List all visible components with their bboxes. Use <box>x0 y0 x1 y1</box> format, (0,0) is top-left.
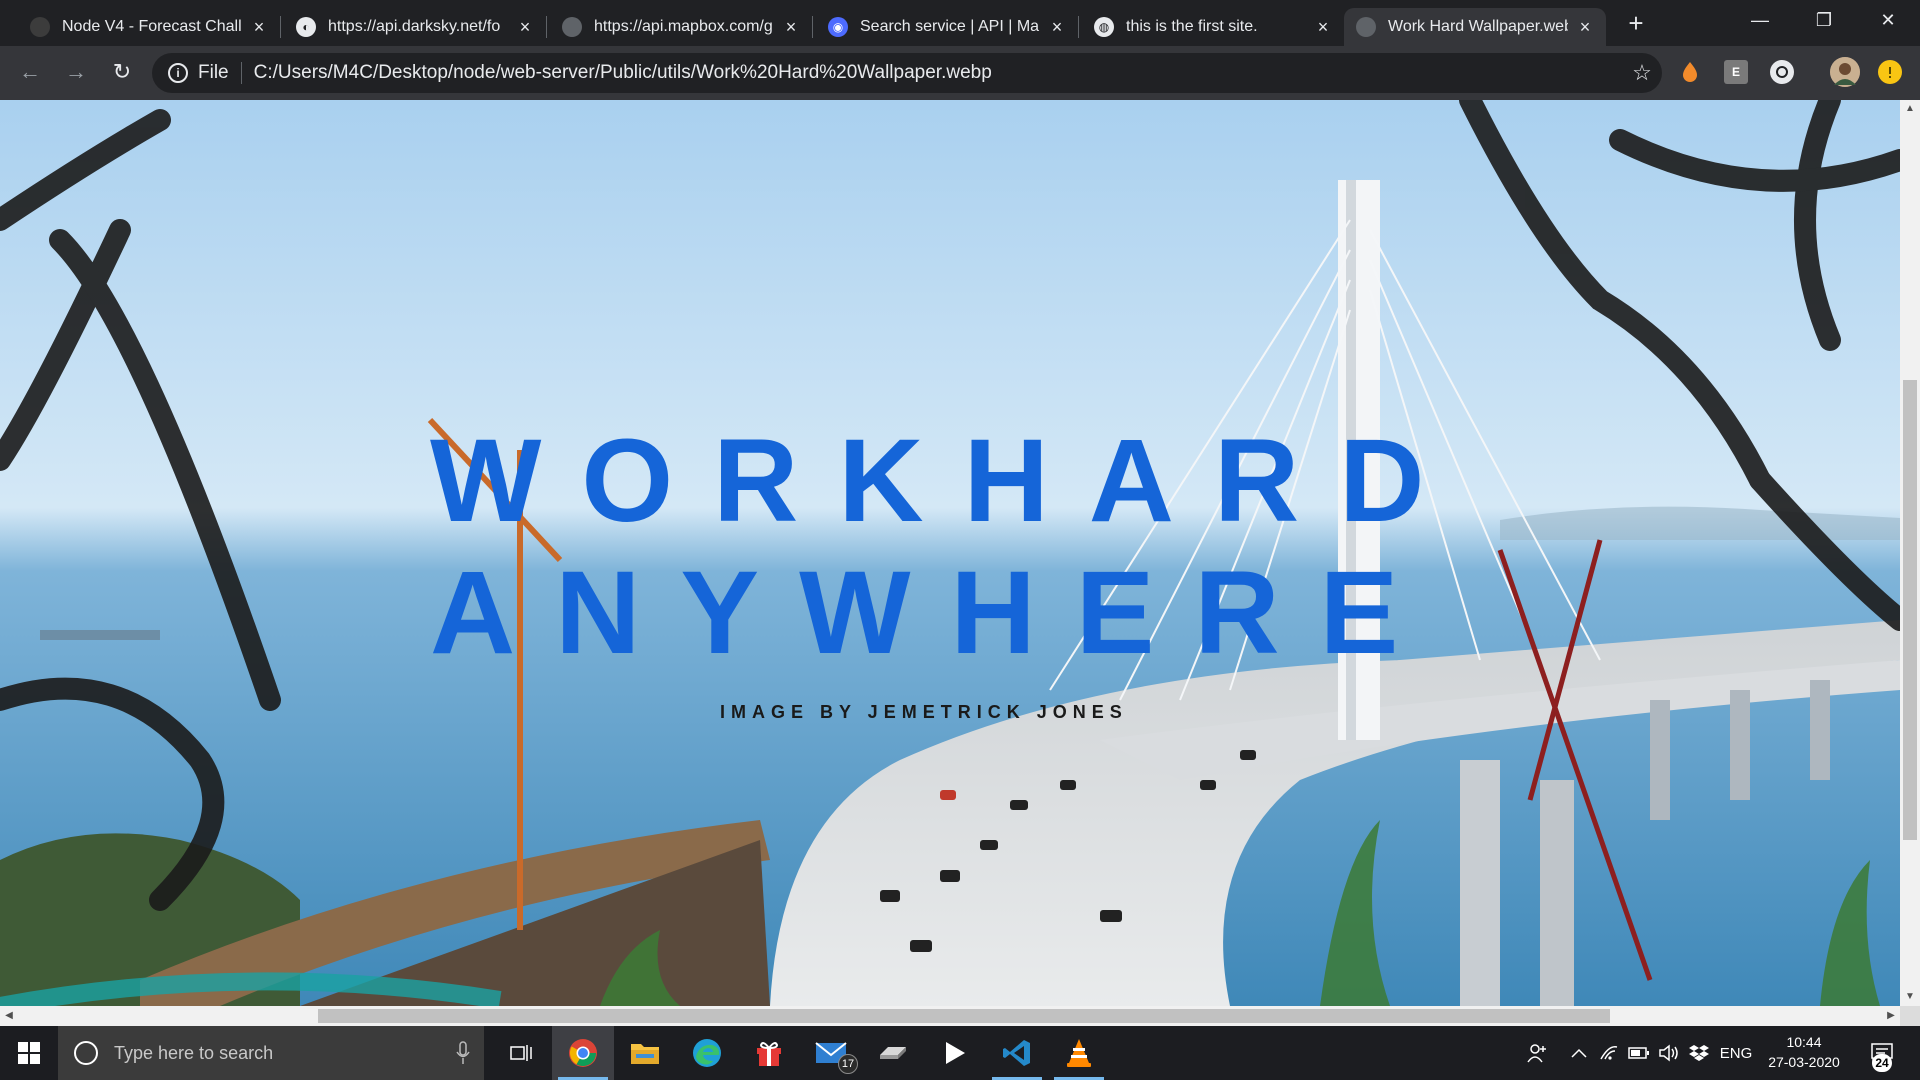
tab-title: this is the first site. <box>1126 18 1258 35</box>
tab-title: Search service | API | Map <box>860 18 1040 35</box>
clock-time: 10:44 <box>1786 1034 1822 1050</box>
battery-icon[interactable] <box>1626 1026 1652 1080</box>
windows-logo-icon <box>18 1042 40 1064</box>
forward-button[interactable]: → <box>60 56 92 88</box>
tab-node-forecast[interactable]: Node V4 - Forecast Challe × <box>18 8 280 46</box>
back-button[interactable]: ← <box>14 56 46 88</box>
tab-search-service[interactable]: ◉ Search service | API | Map × <box>816 8 1078 46</box>
cortana-icon <box>74 1041 98 1065</box>
clock-date: 27-03-2020 <box>1768 1054 1840 1070</box>
tab-separator <box>546 16 547 38</box>
extension-orange-icon[interactable] <box>1678 60 1702 84</box>
notification-count-badge: 24 <box>1872 1054 1892 1072</box>
chrome-icon[interactable] <box>552 1026 614 1080</box>
taskbar-search[interactable]: Type here to search <box>58 1026 484 1080</box>
extension-circle-icon[interactable] <box>1770 60 1794 84</box>
language-indicator[interactable]: ENG <box>1716 1026 1756 1080</box>
scrollbar-corner <box>1900 1006 1920 1026</box>
browser-toolbar: ← → ↻ i File C:/Users/M4C/Desktop/node/w… <box>0 46 1920 100</box>
tab-title: https://api.mapbox.com/g <box>594 18 773 35</box>
reload-button[interactable]: ↻ <box>106 56 138 88</box>
update-indicator-icon[interactable] <box>1878 60 1902 84</box>
close-tab-icon[interactable]: × <box>782 18 800 36</box>
windows-taskbar: Type here to search 17 ENG 10:44 27-03-2… <box>0 1026 1920 1080</box>
gift-icon[interactable] <box>738 1026 800 1080</box>
scroll-left-icon[interactable]: ◀ <box>0 1006 18 1026</box>
vscode-icon[interactable] <box>986 1026 1048 1080</box>
tab-separator <box>1078 16 1079 38</box>
task-view-icon[interactable] <box>490 1026 552 1080</box>
tab-darksky[interactable]: ◐ https://api.darksky.net/fo × <box>284 8 546 46</box>
restore-button[interactable]: ❐ <box>1792 0 1856 40</box>
headline-line-2: ANYWHERE <box>430 547 1439 679</box>
media-player-icon[interactable] <box>924 1026 986 1080</box>
drive-icon[interactable] <box>862 1026 924 1080</box>
search-service-icon: ◉ <box>828 17 848 37</box>
extension-e-icon[interactable]: E <box>1724 60 1748 84</box>
tab-first-site[interactable]: ◍ this is the first site. × <box>1082 8 1344 46</box>
scroll-right-icon[interactable]: ▶ <box>1882 1006 1900 1026</box>
tab-separator <box>280 16 281 38</box>
wifi-icon[interactable] <box>1596 1026 1622 1080</box>
start-button[interactable] <box>0 1026 58 1080</box>
mail-unread-badge: 17 <box>838 1054 858 1074</box>
vlc-icon[interactable] <box>1048 1026 1110 1080</box>
tab-title: Node V4 - Forecast Challe <box>62 18 242 35</box>
scroll-up-icon[interactable]: ▲ <box>1900 100 1920 118</box>
new-tab-button[interactable]: + <box>1622 9 1650 37</box>
vertical-scrollbar[interactable]: ▲ ▼ <box>1900 100 1920 1006</box>
tab-title: Work Hard Wallpaper.web <box>1388 18 1568 35</box>
github-icon <box>30 17 50 37</box>
profile-avatar[interactable] <box>1830 57 1860 87</box>
tab-strip: Node V4 - Forecast Challe × ◐ https://ap… <box>0 0 1920 46</box>
clock[interactable]: 10:44 27-03-2020 <box>1756 1032 1852 1072</box>
close-tab-icon[interactable]: × <box>1576 18 1594 36</box>
tab-separator <box>812 16 813 38</box>
globe-icon <box>1356 17 1376 37</box>
dropbox-icon[interactable] <box>1686 1026 1712 1080</box>
scheme-label: File <box>198 62 229 83</box>
close-tab-icon[interactable]: × <box>250 18 268 36</box>
close-tab-icon[interactable]: × <box>1048 18 1066 36</box>
minimize-button[interactable]: — <box>1728 0 1792 40</box>
people-icon[interactable] <box>1522 1026 1552 1080</box>
darksky-icon: ◐ <box>296 17 316 37</box>
file-explorer-icon[interactable] <box>614 1026 676 1080</box>
info-icon[interactable]: i <box>168 63 188 83</box>
horizontal-scrollbar[interactable]: ◀ ▶ <box>0 1006 1900 1026</box>
tab-mapbox[interactable]: https://api.mapbox.com/g × <box>550 8 812 46</box>
search-placeholder: Type here to search <box>114 1042 274 1063</box>
image-viewport: WORKHARD ANYWHERE IMAGE BY JEMETRICK JON… <box>0 100 1900 1006</box>
microphone-icon[interactable] <box>456 1041 470 1065</box>
vertical-scroll-thumb[interactable] <box>1903 380 1917 840</box>
close-window-button[interactable]: ✕ <box>1856 0 1920 40</box>
bookmark-star-icon[interactable]: ☆ <box>1630 61 1654 85</box>
edge-icon[interactable] <box>676 1026 738 1080</box>
close-tab-icon[interactable]: × <box>1314 18 1332 36</box>
address-bar[interactable]: i File C:/Users/M4C/Desktop/node/web-ser… <box>152 53 1662 93</box>
image-credit: IMAGE BY JEMETRICK JONES <box>720 702 1128 722</box>
scroll-down-icon[interactable]: ▼ <box>1900 988 1920 1006</box>
tab-work-hard-wallpaper[interactable]: Work Hard Wallpaper.web × <box>1344 8 1606 46</box>
globe-icon <box>562 17 582 37</box>
close-tab-icon[interactable]: × <box>516 18 534 36</box>
volume-icon[interactable] <box>1656 1026 1682 1080</box>
show-hidden-icons-chevron-icon[interactable] <box>1566 1026 1592 1080</box>
horizontal-scroll-thumb[interactable] <box>318 1009 1610 1023</box>
headline-line-1: WORKHARD <box>430 415 1465 547</box>
tab-title: https://api.darksky.net/fo <box>328 18 501 35</box>
url-separator <box>240 62 242 84</box>
url-text[interactable]: C:/Users/M4C/Desktop/node/web-server/Pub… <box>254 62 992 84</box>
globe-icon: ◍ <box>1094 17 1114 37</box>
